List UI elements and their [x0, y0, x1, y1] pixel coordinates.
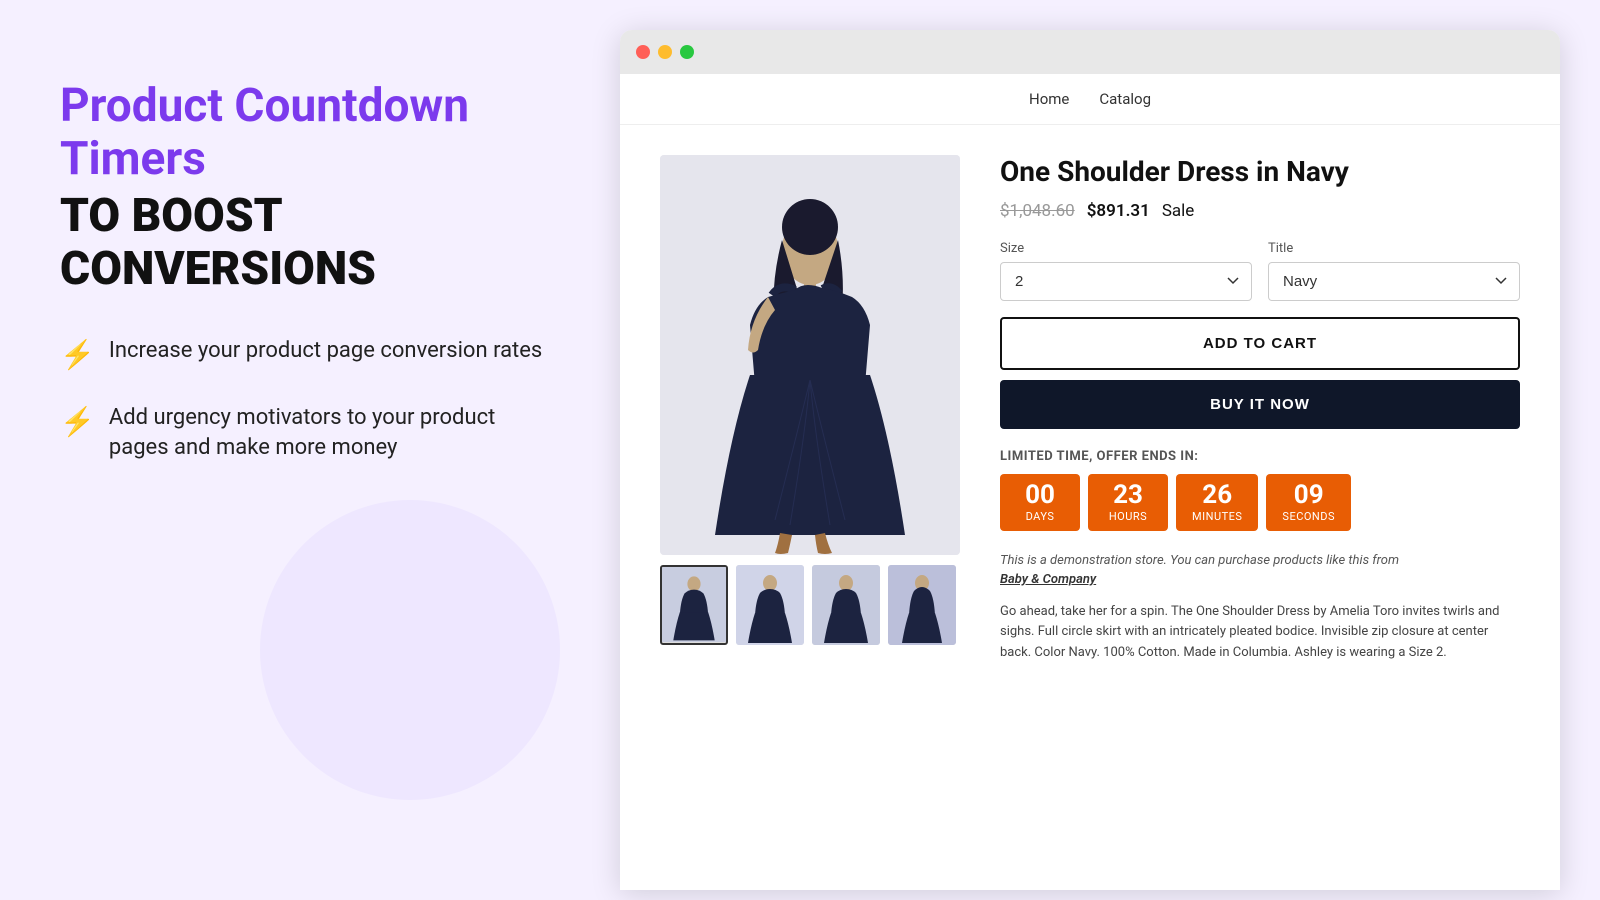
lightning-icon-1: ⚡: [60, 338, 95, 371]
thumbnail-4[interactable]: [888, 565, 956, 645]
headline-black: TO BOOST CONVERSIONS: [60, 190, 560, 296]
demo-note: This is a demonstration store. You can p…: [1000, 551, 1520, 590]
countdown-hours-value: 23: [1104, 482, 1152, 508]
thumbnail-1[interactable]: [660, 565, 728, 645]
price-sale: $891.31: [1087, 201, 1150, 221]
countdown-days-value: 00: [1016, 482, 1064, 508]
product-title: One Shoulder Dress in Navy: [1000, 155, 1520, 189]
price-row: $1,048.60 $891.31 Sale: [1000, 201, 1520, 221]
countdown-hours: 23 Hours: [1088, 474, 1168, 531]
countdown-days: 00 Days: [1000, 474, 1080, 531]
feature-text-1: Increase your product page conversion ra…: [109, 336, 542, 367]
feature-item-2: ⚡ Add urgency motivators to your product…: [60, 403, 560, 465]
add-to-cart-button[interactable]: ADD TO CART: [1000, 317, 1520, 370]
countdown-label: LIMITED TIME, OFFER ENDS IN:: [1000, 449, 1520, 464]
dot-yellow[interactable]: [658, 45, 672, 59]
browser-chrome: [620, 30, 1560, 74]
nav-catalog[interactable]: Catalog: [1099, 90, 1151, 108]
product-info: One Shoulder Dress in Navy $1,048.60 $89…: [1000, 155, 1520, 664]
dot-green[interactable]: [680, 45, 694, 59]
price-original: $1,048.60: [1000, 201, 1075, 221]
size-select[interactable]: 2 4 6 8: [1000, 262, 1252, 301]
nav-home[interactable]: Home: [1029, 90, 1069, 108]
buy-now-button[interactable]: BUY IT NOW: [1000, 380, 1520, 429]
lightning-icon-2: ⚡: [60, 405, 95, 438]
title-label: Title: [1268, 241, 1520, 256]
feature-item-1: ⚡ Increase your product page conversion …: [60, 336, 560, 371]
dot-red[interactable]: [636, 45, 650, 59]
right-panel: Home Catalog: [620, 0, 1600, 900]
browser-window: Home Catalog: [620, 30, 1560, 890]
countdown-hours-unit: Hours: [1104, 510, 1152, 523]
thumb-svg-3: [812, 565, 880, 645]
size-label: Size: [1000, 241, 1252, 256]
store-nav: Home Catalog: [620, 74, 1560, 125]
thumb-svg-4: [888, 565, 956, 645]
demo-link[interactable]: Baby & Company: [1000, 572, 1096, 587]
browser-content: Home Catalog: [620, 74, 1560, 890]
countdown-row: 00 Days 23 Hours 26 Minutes 09: [1000, 474, 1520, 531]
size-option-group: Size 2 4 6 8: [1000, 241, 1252, 301]
demo-note-text: This is a demonstration store. You can p…: [1000, 553, 1399, 568]
countdown-seconds-value: 09: [1282, 482, 1335, 508]
product-description: Go ahead, take her for a spin. The One S…: [1000, 602, 1520, 664]
countdown-seconds: 09 Seconds: [1266, 474, 1351, 531]
countdown-days-unit: Days: [1016, 510, 1064, 523]
countdown-minutes-value: 26: [1192, 482, 1242, 508]
price-sale-label: Sale: [1162, 201, 1195, 221]
product-area: One Shoulder Dress in Navy $1,048.60 $89…: [620, 125, 1560, 694]
left-panel: Product Countdown Timers TO BOOST CONVER…: [0, 0, 620, 900]
product-main-image: [660, 155, 960, 555]
product-image-svg: [660, 155, 960, 555]
thumb-svg-1: [662, 567, 726, 642]
headline-purple: Product Countdown Timers: [60, 80, 560, 186]
product-image-section: [660, 155, 960, 664]
thumbnail-3[interactable]: [812, 565, 880, 645]
title-select[interactable]: Navy Black White: [1268, 262, 1520, 301]
thumb-svg-2: [736, 565, 804, 645]
browser-dots: [636, 45, 694, 59]
feature-text-2: Add urgency motivators to your product p…: [109, 403, 560, 465]
thumbnail-2[interactable]: [736, 565, 804, 645]
options-row: Size 2 4 6 8 Title Navy: [1000, 241, 1520, 301]
title-option-group: Title Navy Black White: [1268, 241, 1520, 301]
thumbnail-row: [660, 565, 960, 645]
countdown-minutes-unit: Minutes: [1192, 510, 1242, 523]
countdown-seconds-unit: Seconds: [1282, 510, 1335, 523]
countdown-minutes: 26 Minutes: [1176, 474, 1258, 531]
